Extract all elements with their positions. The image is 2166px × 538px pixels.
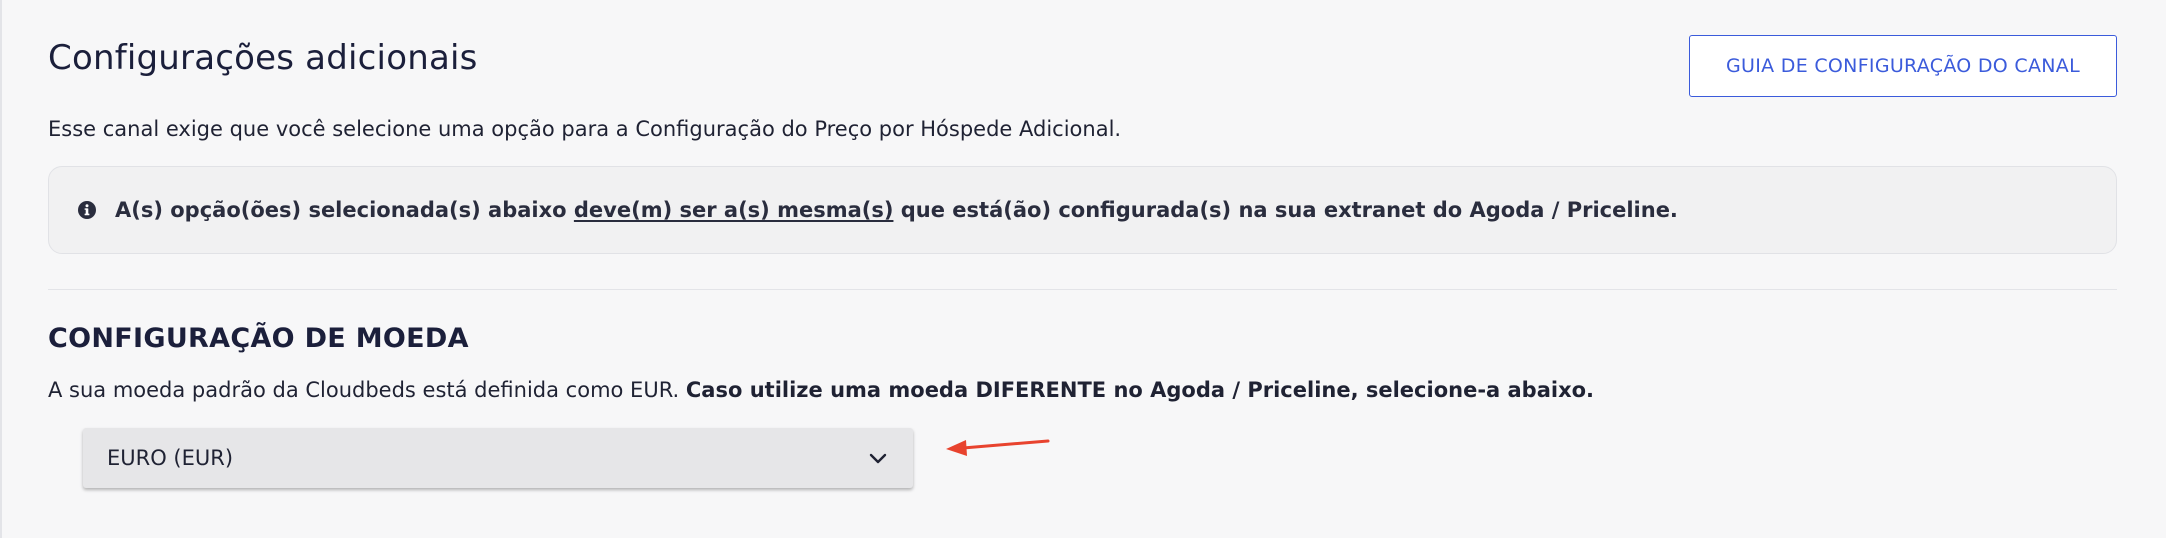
currency-select[interactable]: EURO (EUR) bbox=[83, 428, 913, 488]
info-alert: A(s) opção(ões) selecionada(s) abaixo de… bbox=[48, 166, 2117, 254]
alert-text: A(s) opção(ões) selecionada(s) abaixo de… bbox=[115, 198, 1678, 222]
alert-text-before: A(s) opção(ões) selecionada(s) abaixo bbox=[115, 198, 574, 222]
channel-guide-button[interactable]: GUIA DE CONFIGURAÇÃO DO CANAL bbox=[1689, 35, 2117, 97]
currency-description-regular: A sua moeda padrão da Cloudbeds está def… bbox=[48, 378, 686, 402]
left-border bbox=[0, 0, 2, 538]
currency-select-value: EURO (EUR) bbox=[107, 446, 234, 470]
currency-section-heading: CONFIGURAÇÃO DE MOEDA bbox=[48, 323, 469, 354]
currency-description-bold: Caso utilize uma moeda DIFERENTE no Agod… bbox=[685, 378, 1595, 402]
chevron-down-icon bbox=[869, 453, 887, 464]
annotation-arrow-icon bbox=[946, 439, 1050, 456]
alert-text-underlined: deve(m) ser a(s) mesma(s) bbox=[573, 198, 894, 222]
currency-description: A sua moeda padrão da Cloudbeds está def… bbox=[48, 378, 1594, 402]
alert-text-after: que está(ão) configurada(s) na sua extra… bbox=[893, 198, 1678, 222]
info-icon bbox=[78, 201, 96, 219]
section-divider bbox=[48, 289, 2117, 290]
intro-text: Esse canal exige que você selecione uma … bbox=[48, 117, 1122, 141]
page-title: Configurações adicionais bbox=[48, 38, 478, 78]
